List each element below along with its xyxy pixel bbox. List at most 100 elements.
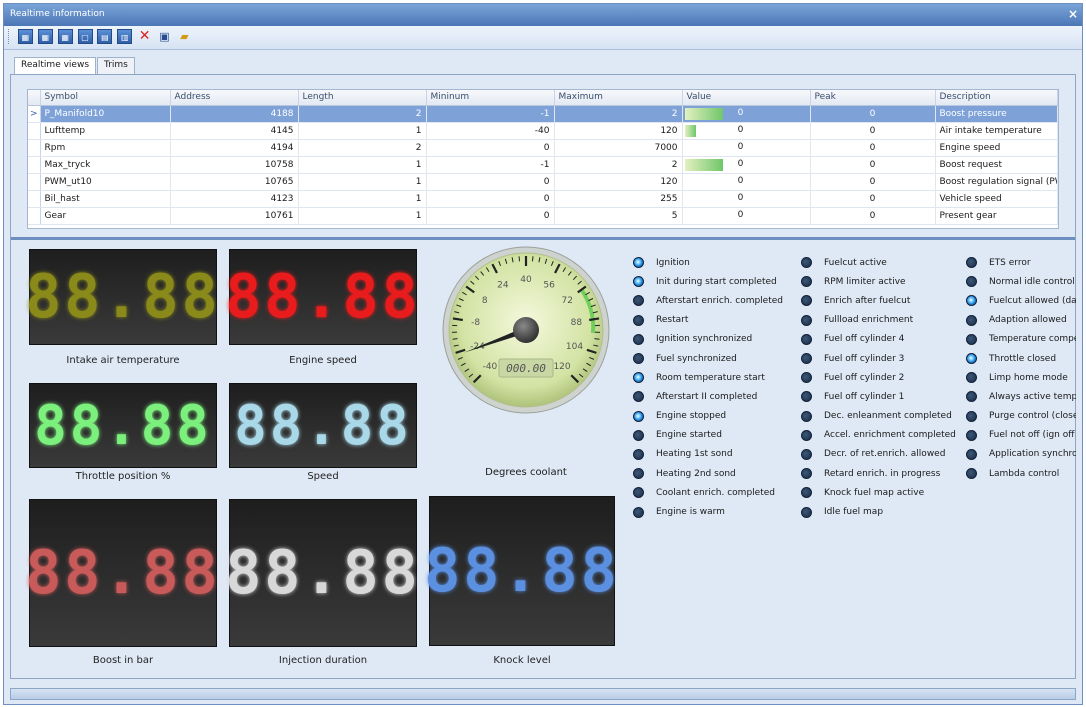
- maximum-cell[interactable]: 255: [554, 190, 683, 208]
- maximum-cell[interactable]: 120: [554, 173, 683, 191]
- address-cell[interactable]: 4123: [170, 190, 299, 208]
- row-indicator[interactable]: [28, 156, 41, 174]
- splitter[interactable]: [11, 237, 1075, 240]
- minimum-cell[interactable]: -1: [426, 105, 555, 123]
- row-indicator[interactable]: [28, 139, 41, 157]
- tab-trims[interactable]: Trims: [97, 57, 135, 74]
- maximum-cell[interactable]: 2: [554, 105, 683, 123]
- value-cell[interactable]: 0: [682, 105, 811, 123]
- address-cell[interactable]: 4194: [170, 139, 299, 157]
- status-label: Heating 2nd sond: [656, 468, 736, 479]
- value-cell[interactable]: 0: [682, 173, 811, 191]
- row-indicator[interactable]: [28, 190, 41, 208]
- led-icon: [633, 429, 644, 441]
- minimum-cell[interactable]: -40: [426, 122, 555, 140]
- address-cell[interactable]: 10758: [170, 156, 299, 174]
- length-cell[interactable]: 1: [298, 156, 427, 174]
- column-header[interactable]: Peak: [810, 90, 936, 106]
- delete-icon[interactable]: ✕: [137, 29, 152, 44]
- table-row[interactable]: Max_tryck 10758 1 -1 2 0 0 Boost request: [28, 156, 1058, 174]
- tab-realtime-views[interactable]: Realtime views: [14, 57, 97, 74]
- peak-cell[interactable]: 0: [810, 156, 936, 174]
- minimum-cell[interactable]: -1: [426, 156, 555, 174]
- length-cell[interactable]: 2: [298, 139, 427, 157]
- column-header[interactable]: Length: [298, 90, 427, 106]
- column-header[interactable]: Description: [935, 90, 1058, 106]
- column-header[interactable]: Mininum: [426, 90, 555, 106]
- value-cell[interactable]: 0: [682, 207, 811, 225]
- value-cell[interactable]: 0: [682, 139, 811, 157]
- toolbar-grip[interactable]: [8, 29, 11, 44]
- address-cell[interactable]: 10765: [170, 173, 299, 191]
- maximum-cell[interactable]: 2: [554, 156, 683, 174]
- peak-cell[interactable]: 0: [810, 173, 936, 191]
- maximum-cell[interactable]: 5: [554, 207, 683, 225]
- save-icon[interactable]: ▣: [157, 29, 172, 44]
- description-cell[interactable]: Boost regulation signal (PWM): [935, 173, 1058, 191]
- status-indicator: Engine stopped: [633, 407, 793, 426]
- column-header[interactable]: Address: [170, 90, 299, 106]
- grid-settings-icon[interactable]: ▥: [117, 29, 133, 44]
- value-cell[interactable]: 0: [682, 122, 811, 140]
- description-cell[interactable]: Engine speed: [935, 139, 1058, 157]
- symbol-cell[interactable]: Lufttemp: [40, 122, 171, 140]
- description-cell[interactable]: Boost pressure: [935, 105, 1058, 123]
- address-cell[interactable]: 4188: [170, 105, 299, 123]
- add-symbol-list-icon[interactable]: ▦: [37, 29, 53, 44]
- maximum-cell[interactable]: 120: [554, 122, 683, 140]
- length-cell[interactable]: 1: [298, 190, 427, 208]
- table-row[interactable]: PWM_ut10 10765 1 0 120 0 0 Boost regulation sig…: [28, 173, 1058, 191]
- peak-cell[interactable]: 0: [810, 190, 936, 208]
- table-row[interactable]: Bil_hast 4123 1 0 255 0 0 Vehicle speed: [28, 190, 1058, 208]
- table-row[interactable]: Rpm 4194 2 0 7000 0 0 Engine speed: [28, 139, 1058, 157]
- description-cell[interactable]: Present gear: [935, 207, 1058, 225]
- description-cell[interactable]: Vehicle speed: [935, 190, 1058, 208]
- peak-cell[interactable]: 0: [810, 122, 936, 140]
- minimum-cell[interactable]: 0: [426, 139, 555, 157]
- description-cell[interactable]: Boost request: [935, 156, 1058, 174]
- length-cell[interactable]: 2: [298, 105, 427, 123]
- minimum-cell[interactable]: 0: [426, 190, 555, 208]
- description-cell[interactable]: Air intake temperature: [935, 122, 1058, 140]
- symbol-grid[interactable]: Symbol Address Length Mininum Maximum Va…: [27, 89, 1059, 229]
- engine-speed-display: 88.88: [225, 249, 418, 345]
- table-row[interactable]: Gear 10761 1 0 5 0 0 Present gear: [28, 207, 1058, 225]
- table-row[interactable]: Lufttemp 4145 1 -40 120 0 0 Air intake temperat…: [28, 122, 1058, 140]
- column-header[interactable]: Maximum: [554, 90, 683, 106]
- value-cell[interactable]: 0: [682, 190, 811, 208]
- address-cell[interactable]: 4145: [170, 122, 299, 140]
- symbol-cell[interactable]: P_Manifold10: [40, 105, 171, 123]
- symbol-cell[interactable]: Rpm: [40, 139, 171, 157]
- column-header[interactable]: Symbol: [40, 90, 171, 106]
- led-icon: [633, 506, 644, 518]
- minimum-cell[interactable]: 0: [426, 173, 555, 191]
- symbol-cell[interactable]: Bil_hast: [40, 190, 171, 208]
- symbol-cell[interactable]: PWM_ut10: [40, 173, 171, 191]
- row-indicator[interactable]: [28, 122, 41, 140]
- maximum-cell[interactable]: 7000: [554, 139, 683, 157]
- symbol-cell[interactable]: Max_tryck: [40, 156, 171, 174]
- address-cell[interactable]: 10761: [170, 207, 299, 225]
- close-icon[interactable]: ×: [1068, 7, 1078, 21]
- column-header[interactable]: Value: [682, 90, 811, 106]
- table-icon[interactable]: ▤: [97, 29, 113, 44]
- open-folder-icon[interactable]: ▰: [177, 29, 192, 44]
- led-icon: [633, 487, 644, 499]
- length-cell[interactable]: 1: [298, 122, 427, 140]
- row-indicator[interactable]: [28, 207, 41, 225]
- value-cell[interactable]: 0: [682, 156, 811, 174]
- import-symbols-icon[interactable]: ▦: [57, 29, 73, 44]
- add-symbol-icon[interactable]: ▦: [17, 29, 33, 44]
- table-row[interactable]: > P_Manifold10 4188 2 -1 2 0 0 Boost pressure: [28, 105, 1058, 123]
- peak-cell[interactable]: 0: [810, 139, 936, 157]
- peak-cell[interactable]: 0: [810, 207, 936, 225]
- window-icon[interactable]: ▢: [77, 29, 93, 44]
- row-indicator[interactable]: >: [28, 105, 41, 123]
- symbol-cell[interactable]: Gear: [40, 207, 171, 225]
- length-cell[interactable]: 1: [298, 207, 427, 225]
- status-indicator: Dec. enleanment completed: [801, 407, 961, 426]
- row-indicator[interactable]: [28, 173, 41, 191]
- peak-cell[interactable]: 0: [810, 105, 936, 123]
- minimum-cell[interactable]: 0: [426, 207, 555, 225]
- length-cell[interactable]: 1: [298, 173, 427, 191]
